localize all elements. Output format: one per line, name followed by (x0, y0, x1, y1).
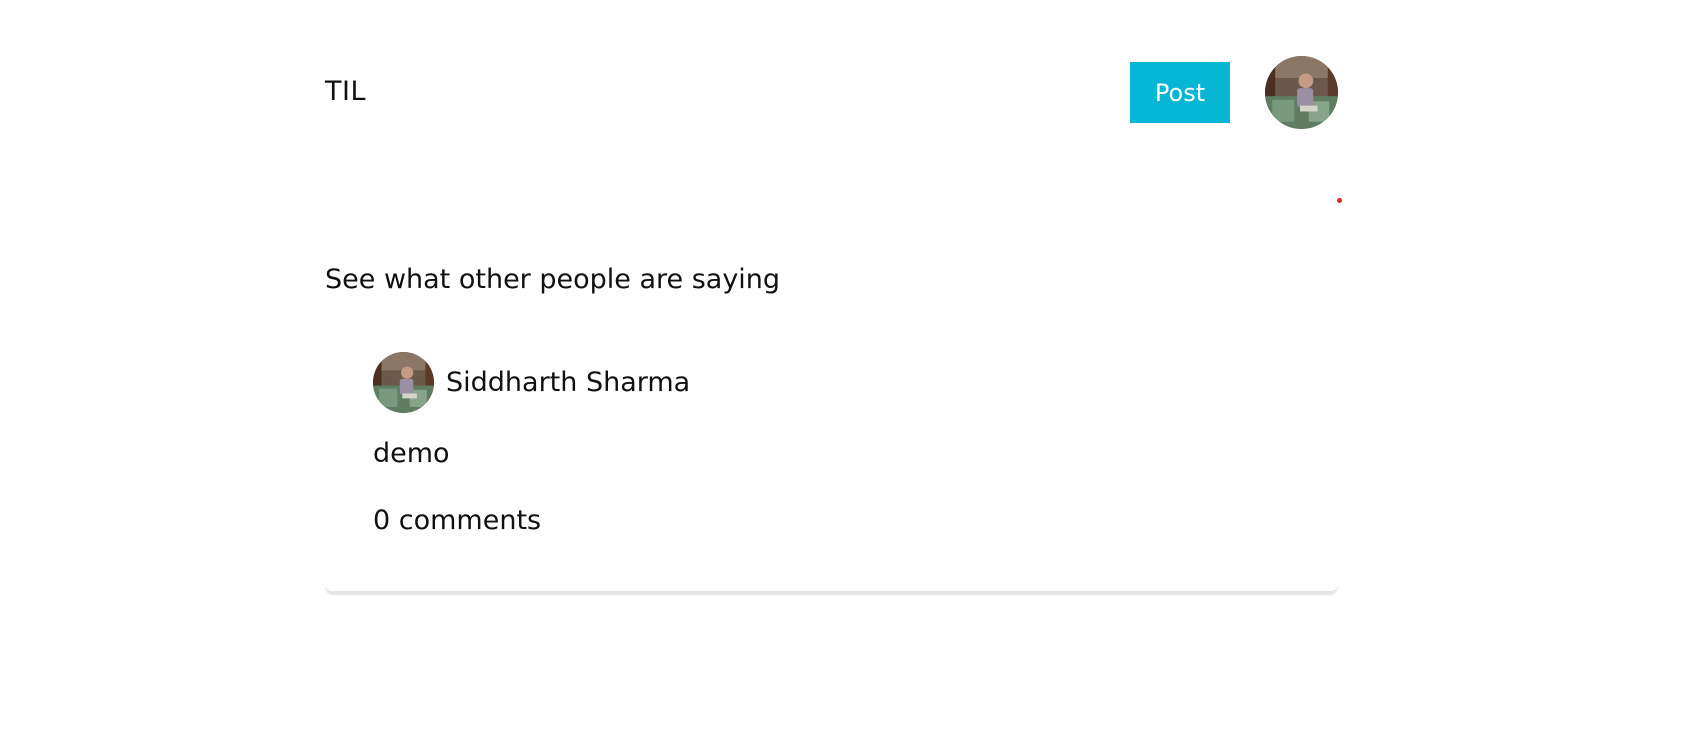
comments-count-link[interactable]: 0 comments (373, 505, 541, 536)
post-author-name[interactable]: Siddharth Sharma (446, 367, 690, 398)
profile-avatar[interactable] (1265, 56, 1338, 129)
top-navbar: TIL Post (325, 56, 1338, 130)
post-button[interactable]: Post (1130, 62, 1230, 123)
brand-logo-text[interactable]: TIL (325, 76, 366, 107)
user-avatar-icon (373, 352, 434, 413)
author-avatar[interactable] (373, 352, 434, 413)
page: TIL Post See what other people are sayin… (0, 0, 1702, 745)
post-card[interactable]: Siddharth Sharma demo 0 comments (325, 340, 1338, 593)
post-body-text: demo (373, 438, 450, 469)
user-avatar-icon (1265, 56, 1338, 129)
notification-dot (1337, 198, 1342, 203)
post-author-row: Siddharth Sharma (373, 352, 690, 413)
feed-section-title: See what other people are saying (325, 264, 781, 295)
